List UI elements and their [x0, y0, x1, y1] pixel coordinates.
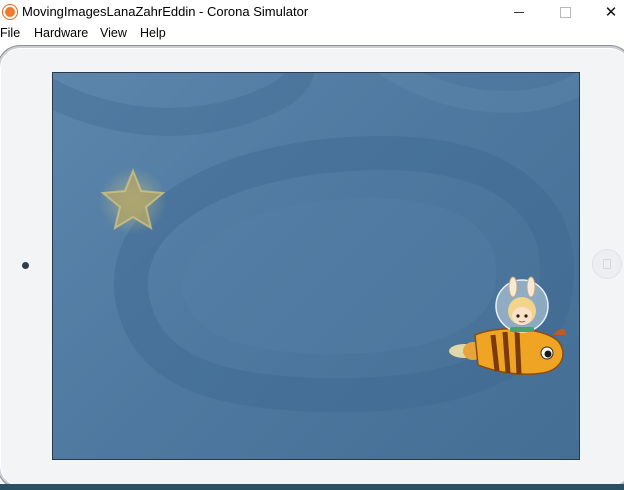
star-sprite[interactable]: [99, 167, 167, 235]
menu-hardware[interactable]: Hardware: [34, 26, 88, 40]
maximize-button[interactable]: [542, 0, 588, 24]
corona-icon: [3, 5, 17, 19]
home-button[interactable]: [592, 249, 622, 279]
background-pattern: [53, 73, 579, 413]
simulator-window: MovingImagesLanaZahrEddin - Corona Simul…: [0, 0, 624, 490]
maximize-icon: [559, 7, 571, 18]
front-camera-icon: [22, 262, 29, 269]
minimize-icon: [514, 12, 524, 13]
close-button[interactable]: ✕: [588, 0, 624, 24]
minimize-button[interactable]: [496, 0, 542, 24]
menu-bar: File Hardware View Help: [0, 24, 624, 44]
device-screen[interactable]: [52, 72, 580, 460]
close-icon: ✕: [604, 3, 618, 21]
menu-file[interactable]: File: [0, 26, 20, 40]
title-bar[interactable]: MovingImagesLanaZahrEddin - Corona Simul…: [0, 0, 624, 24]
menu-view[interactable]: View: [100, 26, 127, 40]
window-title: MovingImagesLanaZahrEddin - Corona Simul…: [22, 4, 309, 19]
menu-help[interactable]: Help: [140, 26, 166, 40]
window-bottom-edge: [0, 484, 624, 490]
